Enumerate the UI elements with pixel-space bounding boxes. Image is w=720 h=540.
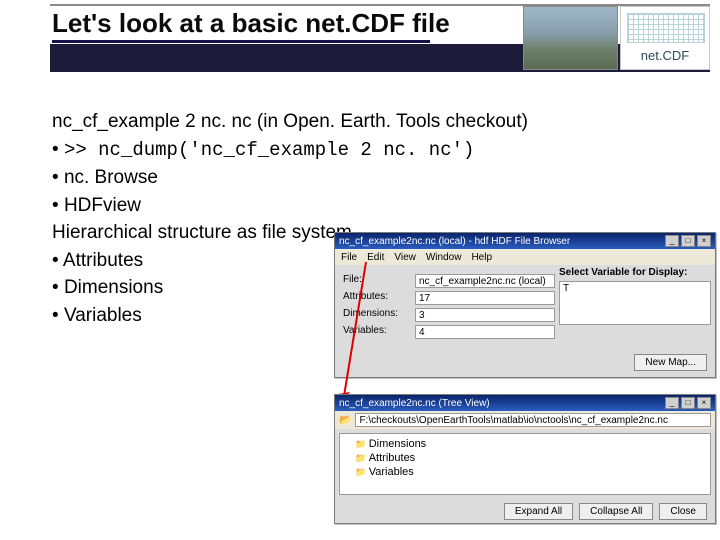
hdf-browser-window: nc_cf_example2nc.nc (local) - hdf HDF Fi… [334, 232, 716, 378]
tree-view-title: nc_cf_example2nc.nc (Tree View) [339, 398, 490, 409]
tree-view-tree[interactable]: Dimensions Attributes Variables [339, 433, 711, 495]
tree-view-window: nc_cf_example2nc.nc (Tree View) _ □ × 📂 … [334, 394, 716, 524]
menu-view[interactable]: View [394, 252, 416, 263]
logo-text: net.CDF [621, 48, 709, 63]
menu-edit[interactable]: Edit [367, 252, 384, 263]
variable-select-list[interactable]: T [559, 281, 711, 325]
maximize-button[interactable]: □ [681, 235, 695, 247]
maximize-button[interactable]: □ [681, 397, 695, 409]
file-label: File: [343, 274, 407, 288]
tree-view-buttons: Expand All Collapse All Close [335, 499, 715, 523]
file-value: nc_cf_example2nc.nc (local) [415, 274, 555, 288]
folder-icon: 📂 [339, 415, 351, 426]
hdf-browser-title: nc_cf_example2nc.nc (local) - hdf HDF Fi… [339, 236, 570, 247]
menu-file[interactable]: File [341, 252, 357, 263]
bullet-list-1: >> nc_dump('nc_cf_example 2 nc. nc') nc.… [52, 136, 700, 220]
minimize-button[interactable]: _ [665, 235, 679, 247]
dimensions-label: Dimensions: [343, 308, 407, 322]
dimensions-value: 3 [415, 308, 555, 322]
menu-help[interactable]: Help [471, 252, 492, 263]
minimize-button[interactable]: _ [665, 397, 679, 409]
netcdf-logo: net.CDF [620, 6, 710, 70]
attributes-value: 17 [415, 291, 555, 305]
variable-select-label: Select Variable for Display: [559, 267, 711, 278]
header-photo [523, 6, 618, 70]
variables-value: 4 [415, 325, 555, 339]
hdf-browser-menubar: File Edit View Window Help [335, 249, 715, 265]
bullet-ncbrowse: nc. Browse [52, 164, 700, 192]
title-underline [52, 40, 430, 43]
tree-view-titlebar[interactable]: nc_cf_example2nc.nc (Tree View) _ □ × [335, 395, 715, 411]
collapse-all-button[interactable]: Collapse All [579, 503, 653, 520]
attributes-label: Attributes: [343, 291, 407, 305]
tree-view-path[interactable]: F:\checkouts\OpenEarthTools\matlab\io\nc… [355, 413, 711, 427]
intro-line: nc_cf_example 2 nc. nc (in Open. Earth. … [52, 108, 700, 136]
menu-window[interactable]: Window [426, 252, 462, 263]
hdf-browser-titlebar[interactable]: nc_cf_example2nc.nc (local) - hdf HDF Fi… [335, 233, 715, 249]
expand-all-button[interactable]: Expand All [504, 503, 573, 520]
slide-title: Let's look at a basic net.CDF file [52, 8, 450, 39]
logo-grid-icon [627, 13, 705, 43]
close-button[interactable]: × [697, 397, 711, 409]
new-map-button[interactable]: New Map... [634, 354, 707, 371]
bullet-ncdump: >> nc_dump('nc_cf_example 2 nc. nc') [52, 136, 700, 165]
tree-node-attributes[interactable]: Attributes [355, 451, 705, 465]
bullet-hdfview: HDFview [52, 192, 700, 220]
tree-view-pathbar: 📂 F:\checkouts\OpenEarthTools\matlab\io\… [335, 411, 715, 429]
close-button[interactable]: × [697, 235, 711, 247]
close-button[interactable]: Close [659, 503, 707, 520]
variable-select-panel: Select Variable for Display: T [559, 267, 711, 325]
slide-header: Let's look at a basic net.CDF file net.C… [0, 0, 720, 70]
variables-label: Variables: [343, 325, 407, 339]
tree-node-variables[interactable]: Variables [355, 465, 705, 479]
tree-node-dimensions[interactable]: Dimensions [355, 437, 705, 451]
